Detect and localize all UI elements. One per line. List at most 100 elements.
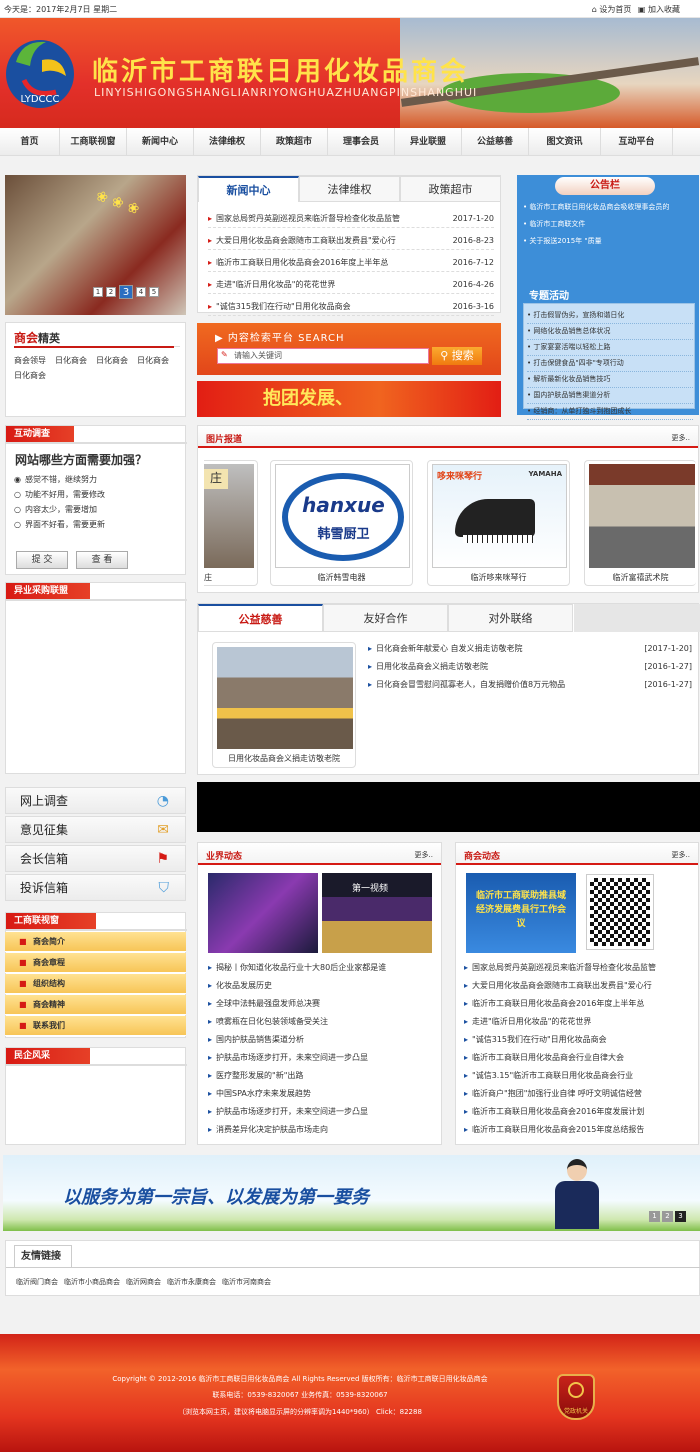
news-item[interactable]: ▸ "诚信315我们在行动"日用化妆品商会 2016-3-16	[208, 298, 494, 316]
commerce-item[interactable]: ▸ 临沂市工商联日用化妆品商会2015年度总结报告	[464, 1121, 694, 1139]
commerce-image[interactable]: 临沂市工商联助推县域经济发展费县行工作会议	[466, 873, 576, 953]
industry-image-1[interactable]	[208, 873, 318, 953]
notice-item[interactable]: • 临沂市工商联文件	[523, 216, 693, 233]
nav-item-2[interactable]: 新闻中心	[127, 128, 194, 155]
charity-item[interactable]: ▸ 日用化妆品商会义捐走访敬老院 [2016-1-27]	[368, 658, 692, 676]
slider-page-1[interactable]: 1	[93, 287, 103, 297]
slogan-page-2[interactable]: 2	[662, 1211, 673, 1222]
industry-more[interactable]: 更多..	[415, 850, 433, 860]
elite-item[interactable]: 日化商会	[137, 353, 169, 368]
slider-page-3[interactable]: 3	[119, 285, 133, 299]
slider-page-5[interactable]: 5	[149, 287, 159, 297]
news-item[interactable]: ▸ 走进"临沂日用化妆品"的花花世界 2016-4-26	[208, 276, 494, 294]
commerce-item[interactable]: ▸ 临沂市工商联日用化妆品商会2016年度上半年总	[464, 995, 694, 1013]
friend-link[interactable]: 临沂市永康商会	[167, 1278, 216, 1286]
industry-item[interactable]: ▸ 消费差异化决定护肤品市场走向	[208, 1121, 438, 1139]
survey-submit-button[interactable]: 提 交	[16, 551, 68, 569]
industry-item[interactable]: ▸ 医疗整形发展的"新"出路	[208, 1067, 438, 1085]
notice-item[interactable]: • 临沂市工商联日用化妆品商会吸收理事会员的	[523, 199, 693, 216]
nav-item-6[interactable]: 异业联盟	[395, 128, 462, 155]
promo-banner[interactable]: 抱团发展、	[197, 381, 501, 417]
friend-link[interactable]: 临沂市小商品商会	[64, 1278, 120, 1286]
topic-item[interactable]: • 国内护肤品销售渠道分析	[527, 388, 693, 404]
news-tab-1[interactable]: 法律维权	[299, 176, 400, 202]
industry-item[interactable]: ▸ 喷雾瓶在日化包装领域备受关注	[208, 1013, 438, 1031]
window-menu-item[interactable]: ■ 商会精神	[5, 995, 186, 1015]
window-menu-item[interactable]: ■ 组织结构	[5, 974, 186, 994]
charity-item[interactable]: ▸ 日化商会新年献爱心 自发义捐走访敬老院 [2017-1-20]	[368, 640, 692, 658]
window-menu-item[interactable]: ■ 联系我们	[5, 1016, 186, 1036]
search-button[interactable]: ⚲ 搜索	[432, 347, 482, 365]
commerce-more[interactable]: 更多..	[672, 850, 690, 860]
news-tab-0[interactable]: 新闻中心	[198, 176, 299, 202]
commerce-item[interactable]: ▸ "诚信3.15"临沂市工商联日用化妆品商会行业	[464, 1067, 694, 1085]
topic-item[interactable]: • 解析最新化妆品销售技巧	[527, 372, 693, 388]
commerce-item[interactable]: ▸ 大爱日用化妆品商会跟随市工商联出发费县"爱心行	[464, 977, 694, 995]
elite-item[interactable]: 日化商会	[14, 368, 46, 383]
topic-item[interactable]: • 丁家宴宴活喘以轻松上路	[527, 340, 693, 356]
qr-code[interactable]	[586, 874, 654, 950]
topic-item[interactable]: • 打击假冒伪劣，宣扬和谐日化	[527, 308, 693, 324]
slogan-page-3[interactable]: 3	[675, 1211, 686, 1222]
industry-item[interactable]: ▸ 中国SPA水疗未来发展趋势	[208, 1085, 438, 1103]
photo-slider[interactable]: ❀ ❀ ❀ 12345	[5, 175, 186, 315]
window-menu-item[interactable]: ■ 商会章程	[5, 953, 186, 973]
commerce-item[interactable]: ▸ 临沂商户"抱团"加强行业自律 呼吁文明诚信经营	[464, 1085, 694, 1103]
news-tab-2[interactable]: 政策超市	[400, 176, 501, 202]
radio-icon[interactable]: ○	[14, 505, 21, 514]
photo-card-3[interactable]: 哆来咪琴行 YAMAHA 临沂哆来咪琴行	[427, 460, 570, 586]
nav-item-1[interactable]: 工商联视窗	[60, 128, 127, 155]
nav-item-5[interactable]: 理事会员	[328, 128, 395, 155]
industry-item[interactable]: ▸ 全球中法韩最强盘发师总决赛	[208, 995, 438, 1013]
nav-item-0[interactable]: 首页	[0, 128, 60, 155]
photo-news-more[interactable]: 更多..	[672, 433, 690, 443]
industry-item[interactable]: ▸ 揭秘丨你知道化妆品行业十大80后企业家都是谁	[208, 959, 438, 977]
slider-page-4[interactable]: 4	[136, 287, 146, 297]
radio-icon[interactable]: ○	[14, 490, 21, 499]
commerce-item[interactable]: ▸ 临沂市工商联日用化妆品商会行业自律大会	[464, 1049, 694, 1067]
radio-icon[interactable]: ◉	[14, 475, 21, 484]
friend-link[interactable]: 临沂网商会	[126, 1278, 161, 1286]
charity-tab-0[interactable]: 公益慈善	[198, 604, 323, 632]
side-button-2[interactable]: 会长信箱 ⚑	[5, 845, 186, 872]
side-button-3[interactable]: 投诉信箱 ⛉	[5, 874, 186, 901]
news-item[interactable]: ▸ 临沂市工商联日用化妆品商会2016年度上半年总 2016-7-12	[208, 254, 494, 272]
nav-item-7[interactable]: 公益慈善	[462, 128, 529, 155]
commerce-item[interactable]: ▸ 国家总局贺丹英副巡视员来临沂督导检查化妆品监管	[464, 959, 694, 977]
commerce-item[interactable]: ▸ 临沂市工商联日用化妆品商会2016年度发展计划	[464, 1103, 694, 1121]
nav-item-9[interactable]: 互动平台	[601, 128, 673, 155]
chamber-logo[interactable]: LYDCCC	[2, 32, 78, 116]
survey-option[interactable]: ○ 界面不好看，需要更新	[14, 517, 105, 532]
industry-item[interactable]: ▸ 化妆品发展历史	[208, 977, 438, 995]
photo-card-1[interactable]: 庄 庄	[204, 460, 258, 586]
radio-icon[interactable]: ○	[14, 520, 21, 529]
slogan-page-1[interactable]: 1	[649, 1211, 660, 1222]
topic-item[interactable]: • 经销商：从单打独斗到抱团成长	[527, 404, 693, 420]
news-item[interactable]: ▸ 大爱日用化妆品商会跟随市工商联出发费县"爱心行 2016-8-23	[208, 232, 494, 250]
search-input[interactable]: 请输入关键词	[217, 348, 429, 364]
friend-link[interactable]: 临沂阀门商会	[16, 1278, 58, 1286]
friend-link[interactable]: 临沂市河南商会	[222, 1278, 271, 1286]
bookmark-link[interactable]: 加入收藏	[648, 5, 680, 14]
survey-option[interactable]: ◉ 感觉不错，继续努力	[14, 472, 105, 487]
industry-item[interactable]: ▸ 国内护肤品销售渠道分析	[208, 1031, 438, 1049]
charity-item[interactable]: ▸ 日化商会冒雪慰问孤寡老人，自发捐赠价值8万元物品 [2016-1-27]	[368, 676, 692, 694]
nav-item-8[interactable]: 图文资讯	[529, 128, 601, 155]
industry-image-2[interactable]: 第一视频	[322, 873, 432, 953]
window-menu-item[interactable]: ■ 商会简介	[5, 932, 186, 952]
industry-item[interactable]: ▸ 护肤品市场逐步打开，未来空间进一步凸显	[208, 1103, 438, 1121]
gov-badge-icon[interactable]: 党政机关	[557, 1374, 595, 1420]
notice-item[interactable]: • 关于报送2015年 "质量	[523, 233, 693, 250]
commerce-item[interactable]: ▸ "诚信315我们在行动"日用化妆品商会	[464, 1031, 694, 1049]
charity-photo-card[interactable]: 日用化妆品商会义捐走访敬老院	[212, 642, 356, 768]
elite-item[interactable]: 日化商会	[96, 353, 128, 368]
nav-item-3[interactable]: 法律维权	[194, 128, 261, 155]
commerce-item[interactable]: ▸ 走进"临沂日用化妆品"的花花世界	[464, 1013, 694, 1031]
charity-tab-1[interactable]: 友好合作	[323, 604, 448, 632]
survey-option[interactable]: ○ 功能不好用，需要修改	[14, 487, 105, 502]
photo-card-2[interactable]: hanxue 韩雪厨卫 临沂韩雪电器	[270, 460, 413, 586]
survey-view-button[interactable]: 查 看	[76, 551, 128, 569]
side-button-1[interactable]: 意见征集 ✉	[5, 816, 186, 843]
charity-tab-2[interactable]: 对外联络	[448, 604, 573, 632]
nav-item-4[interactable]: 政策超市	[261, 128, 328, 155]
